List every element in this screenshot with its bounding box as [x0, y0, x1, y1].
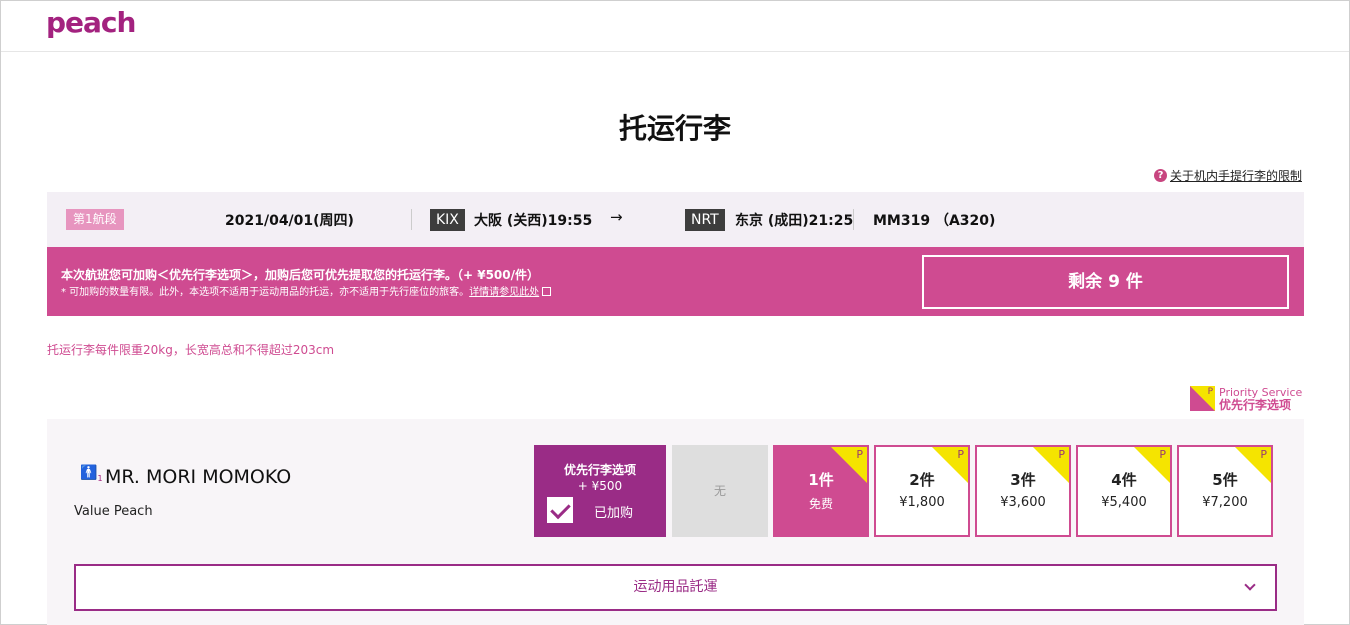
passenger-index: 1 — [97, 473, 103, 483]
divider — [411, 209, 412, 230]
priority-checkbox[interactable] — [547, 497, 573, 523]
priority-legend-cn: 优先行李选项 — [1219, 398, 1292, 412]
priority-p-letter: P — [957, 448, 964, 461]
priority-p-letter: P — [1260, 448, 1267, 461]
person-icon: 🚹1 — [80, 465, 103, 483]
origin-code: KIX — [430, 209, 465, 231]
bag-option-2[interactable]: P 2件 ¥1,800 — [874, 445, 970, 537]
peach-logo[interactable]: peach — [46, 6, 136, 39]
divider — [853, 209, 854, 230]
priority-option-title: 优先行李选项 — [563, 463, 636, 477]
bag-option-3[interactable]: P 3件 ¥3,600 — [975, 445, 1071, 537]
origin-airport: 大阪 (关西)19:55 — [474, 213, 593, 229]
promo-note: * 可加购的数量有限。此外，本选项不适用于运动用品的托运，亦不适用于先行座位的旅… — [61, 283, 552, 298]
sports-equipment-toggle[interactable]: 运动用品託運 — [74, 564, 1277, 611]
bag-price: ¥5,400 — [1101, 495, 1147, 510]
priority-legend: P Priority Service 优先行李选项 — [1190, 386, 1302, 412]
destination-code: NRT — [685, 209, 725, 231]
help-link-label: 关于机内手提行李的限制 — [1169, 169, 1302, 183]
chevron-down-icon — [1244, 579, 1256, 591]
top-bar: peach — [1, 1, 1349, 52]
priority-p-letter: P — [1159, 448, 1166, 461]
no-bag-option[interactable]: 无 — [672, 445, 768, 537]
priority-p-letter: P — [1058, 448, 1065, 461]
arrow-right-icon: → — [610, 208, 623, 226]
flight-segment-row: 第1航段 2021/04/01(周四) KIX 大阪 (关西)19:55 → N… — [47, 192, 1304, 247]
details-link[interactable]: 详情请参见此处 — [469, 287, 539, 298]
bag-price: 免费 — [808, 497, 833, 511]
promo-note-text: * 可加购的数量有限。此外，本选项不适用于运动用品的托运，亦不适用于先行座位的旅… — [61, 287, 470, 298]
priority-p-letter: P — [856, 448, 863, 461]
destination-airport: 东京 (成田)21:25 — [735, 213, 854, 229]
priority-option-price: + ¥500 — [577, 479, 623, 493]
priority-status: 已加购 — [594, 506, 634, 521]
remaining-count: 剩余 9 件 — [922, 255, 1289, 309]
carry-on-limit-link[interactable]: ? 关于机内手提行李的限制 — [1153, 167, 1302, 184]
question-icon: ? — [1153, 169, 1167, 182]
fare-type: Value Peach — [74, 504, 153, 519]
bag-price: ¥7,200 — [1202, 495, 1248, 510]
promo-text: 本次航班您可加购＜优先行李选项＞，加购后您可优先提取您的托运行李。（+ ¥500… — [61, 268, 540, 282]
bag-option-1[interactable]: P 1件 免费 — [773, 445, 869, 537]
priority-p-icon: P — [1190, 386, 1215, 411]
bag-price: ¥1,800 — [899, 495, 945, 510]
flight-number: MM319 （A320) — [873, 213, 996, 229]
passenger-name: MR. MORI MOMOKO — [105, 466, 292, 488]
page-title: 托运行李 — [618, 112, 731, 145]
priority-promo-band: 本次航班您可加购＜优先行李选项＞，加购后您可优先提取您的托运行李。（+ ¥500… — [47, 247, 1304, 316]
priority-p-letter: P — [1207, 387, 1213, 397]
priority-option-button[interactable]: 优先行李选项 + ¥500 已加购 — [534, 445, 666, 537]
external-link-icon — [542, 287, 552, 296]
flight-date: 2021/04/01(周四) — [225, 213, 354, 229]
passenger-panel: 🚹1 MR. MORI MOMOKO Value Peach 优先行李选项 + … — [47, 419, 1304, 625]
sports-equipment-label: 运动用品託運 — [633, 579, 718, 595]
weight-limit-note: 托运行李每件限重20kg，长宽高总和不得超过203cm — [47, 343, 335, 357]
bag-price: ¥3,600 — [1000, 495, 1046, 510]
segment-badge: 第1航段 — [66, 209, 124, 230]
bag-option-5[interactable]: P 5件 ¥7,200 — [1177, 445, 1273, 537]
bag-option-4[interactable]: P 4件 ¥5,400 — [1076, 445, 1172, 537]
